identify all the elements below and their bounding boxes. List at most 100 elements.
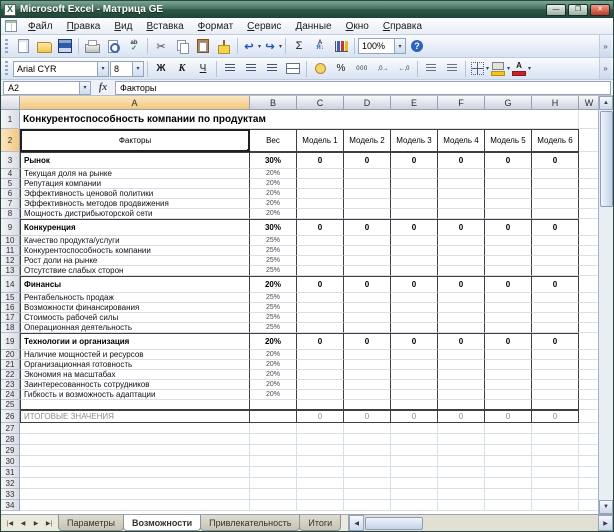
cell-E4[interactable] xyxy=(391,169,438,179)
cell-C27[interactable] xyxy=(297,423,344,434)
column-header-B[interactable]: B xyxy=(250,96,297,110)
sheet-tab[interactable]: Возможности xyxy=(123,515,201,531)
cell-E12[interactable] xyxy=(391,256,438,266)
cell-H22[interactable] xyxy=(532,370,579,380)
cell-H7[interactable] xyxy=(532,199,579,209)
tab-scroll-icon[interactable]: ▶ xyxy=(30,520,42,527)
cell-A23[interactable]: Заинтересованность сотрудников xyxy=(20,380,250,390)
cell-E13[interactable] xyxy=(391,266,438,276)
cell-W33[interactable] xyxy=(579,489,598,500)
cell-C22[interactable] xyxy=(297,370,344,380)
cell-C9[interactable]: 0 xyxy=(297,219,344,236)
cell-D5[interactable] xyxy=(344,179,391,189)
cell-D20[interactable] xyxy=(344,350,391,360)
row-header-26[interactable]: 26 xyxy=(1,410,20,423)
sheet-tab[interactable]: Привлекательность xyxy=(200,515,300,531)
cell-W17[interactable] xyxy=(579,313,598,323)
cell-B28[interactable] xyxy=(250,434,297,445)
align-center-button[interactable] xyxy=(241,59,261,78)
cell-W23[interactable] xyxy=(579,380,598,390)
scroll-down-icon[interactable]: ▼ xyxy=(599,500,613,514)
cell-H27[interactable] xyxy=(532,423,579,434)
undo-button[interactable]: ▾ xyxy=(241,37,261,56)
cell-G28[interactable] xyxy=(485,434,532,445)
cell-G33[interactable] xyxy=(485,489,532,500)
cell-C31[interactable] xyxy=(297,467,344,478)
cell-H15[interactable] xyxy=(532,293,579,303)
cell-A16[interactable]: Возможности финансирования xyxy=(20,303,250,313)
cell-A5[interactable]: Репутация компании xyxy=(20,179,250,189)
column-header-G[interactable]: G xyxy=(485,96,532,110)
cell-G4[interactable] xyxy=(485,169,532,179)
cell-F17[interactable] xyxy=(438,313,485,323)
cell-G3[interactable]: 0 xyxy=(485,152,532,169)
italic-button[interactable]: К xyxy=(172,59,192,78)
cell-W21[interactable] xyxy=(579,360,598,370)
cell-F8[interactable] xyxy=(438,209,485,219)
row-header-22[interactable]: 22 xyxy=(1,370,20,380)
menu-item[interactable]: Окно xyxy=(339,20,376,33)
cell-F19[interactable]: 0 xyxy=(438,333,485,350)
cell-H30[interactable] xyxy=(532,456,579,467)
cell-A19[interactable]: Технологии и организация xyxy=(20,333,250,350)
close-button[interactable]: ✕ xyxy=(590,4,610,16)
cell-E32[interactable] xyxy=(391,478,438,489)
vertical-scroll-thumb[interactable] xyxy=(600,111,613,207)
cell-D6[interactable] xyxy=(344,189,391,199)
cell-G8[interactable] xyxy=(485,209,532,219)
cell-W14[interactable] xyxy=(579,276,598,293)
cell-B27[interactable] xyxy=(250,423,297,434)
cell-G6[interactable] xyxy=(485,189,532,199)
cell-G27[interactable] xyxy=(485,423,532,434)
cell-W20[interactable] xyxy=(579,350,598,360)
cell-B16[interactable]: 25% xyxy=(250,303,297,313)
cell-C33[interactable] xyxy=(297,489,344,500)
cell-W19[interactable] xyxy=(579,333,598,350)
cell-C8[interactable] xyxy=(297,209,344,219)
cell-W31[interactable] xyxy=(579,467,598,478)
cell-W32[interactable] xyxy=(579,478,598,489)
cell-A13[interactable]: Отсутствие слабых сторон xyxy=(20,266,250,276)
cell-G16[interactable] xyxy=(485,303,532,313)
zoom-combo[interactable]: 100%▾ xyxy=(358,38,406,54)
cell-G11[interactable] xyxy=(485,246,532,256)
sort-asc-button[interactable] xyxy=(310,37,330,56)
cell-B34[interactable] xyxy=(250,500,297,511)
cell-B13[interactable]: 25% xyxy=(250,266,297,276)
chart-button[interactable] xyxy=(331,37,351,56)
cell-E28[interactable] xyxy=(391,434,438,445)
cell-E7[interactable] xyxy=(391,199,438,209)
underline-button[interactable]: Ч xyxy=(193,59,213,78)
cell-B11[interactable]: 25% xyxy=(250,246,297,256)
cell-D26[interactable]: 0 xyxy=(344,410,391,423)
cell-A32[interactable] xyxy=(20,478,250,489)
select-all-corner[interactable] xyxy=(1,96,20,110)
cell-F14[interactable]: 0 xyxy=(438,276,485,293)
cell-C20[interactable] xyxy=(297,350,344,360)
row-header-28[interactable]: 28 xyxy=(1,434,20,445)
cell-D25[interactable] xyxy=(344,400,391,410)
cell-D23[interactable] xyxy=(344,380,391,390)
cell-A31[interactable] xyxy=(20,467,250,478)
cell-B10[interactable]: 25% xyxy=(250,236,297,246)
cell-A20[interactable]: Наличие мощностей и ресурсов xyxy=(20,350,250,360)
cell-B3[interactable]: 30% xyxy=(250,152,297,169)
row-header-32[interactable]: 32 xyxy=(1,478,20,489)
menu-item[interactable]: Справка xyxy=(376,20,429,33)
row-header-15[interactable]: 15 xyxy=(1,293,20,303)
cell-A18[interactable]: Операционная деятельность xyxy=(20,323,250,333)
cell-E21[interactable] xyxy=(391,360,438,370)
cell-W10[interactable] xyxy=(579,236,598,246)
cell-H10[interactable] xyxy=(532,236,579,246)
cell-A9[interactable]: Конкуренция xyxy=(20,219,250,236)
cell-W3[interactable] xyxy=(579,152,598,169)
cell-A12[interactable]: Рост доли на рынке xyxy=(20,256,250,266)
cell-A26[interactable]: ИТОГОВЫЕ ЗНАЧЕНИЯ xyxy=(20,410,250,423)
cell-G5[interactable] xyxy=(485,179,532,189)
cell-D19[interactable]: 0 xyxy=(344,333,391,350)
cell-B6[interactable]: 20% xyxy=(250,189,297,199)
cell-W9[interactable] xyxy=(579,219,598,236)
cell-W1[interactable] xyxy=(579,110,598,129)
cell-H3[interactable]: 0 xyxy=(532,152,579,169)
cell-G7[interactable] xyxy=(485,199,532,209)
